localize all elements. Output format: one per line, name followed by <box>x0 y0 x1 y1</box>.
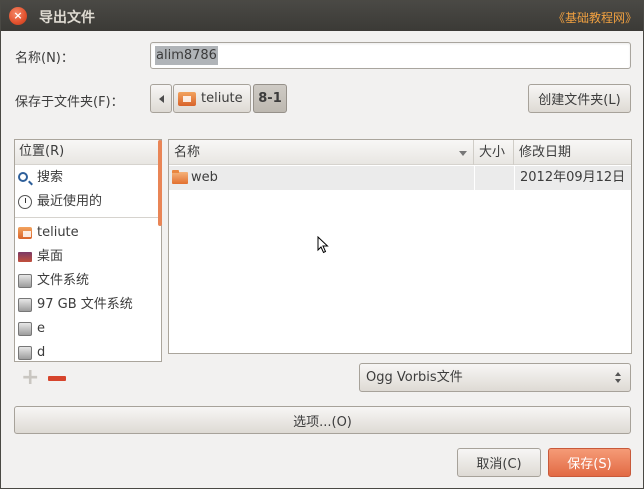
home-folder-icon <box>178 91 196 106</box>
filename-value: alim8786 <box>155 46 218 65</box>
export-file-dialog: × 导出文件 《基础教程网》 名称(N)： alim8786 保存于文件夹(F)… <box>0 0 644 489</box>
home-folder-icon <box>18 227 32 239</box>
folder-icon <box>172 170 188 184</box>
name-label: 名称(N)： <box>15 51 74 66</box>
places-scrollbar[interactable] <box>158 140 162 226</box>
place-item-search[interactable]: 搜索 <box>15 166 161 190</box>
column-header-size[interactable]: 大小 <box>474 140 514 165</box>
recent-icon <box>18 195 32 209</box>
filename-input[interactable]: alim8786 <box>150 42 631 69</box>
create-folder-button[interactable]: 创建文件夹(L) <box>528 84 631 113</box>
search-icon <box>18 172 28 182</box>
column-label: 名称 <box>174 145 201 160</box>
file-type-value: Ogg Vorbis文件 <box>366 370 463 385</box>
chevron-left-icon <box>158 94 164 103</box>
watermark: 《基础教程网》 <box>552 11 637 25</box>
file-name: web <box>191 170 218 185</box>
places-panel: 位置(R) 搜索 最近使用的 teliute 桌面 文件系统 97 GB 文件系… <box>14 139 162 362</box>
drive-icon <box>18 274 32 288</box>
column-label: 大小 <box>479 145 506 160</box>
save-button[interactable]: 保存(S) <box>548 448 631 477</box>
path-button-label: 8-1 <box>258 91 282 106</box>
place-item-d[interactable]: d <box>15 341 161 361</box>
title-bar: × 导出文件 《基础教程网》 <box>1 1 643 31</box>
place-label: 文件系统 <box>37 273 90 288</box>
save-in-label: 保存于文件夹(F)： <box>15 95 124 110</box>
place-item-filesystem[interactable]: 文件系统 <box>15 269 161 293</box>
mouse-cursor-icon <box>317 236 329 254</box>
options-button[interactable]: 选项...(O) <box>14 406 631 434</box>
place-item-e[interactable]: e <box>15 317 161 341</box>
close-icon[interactable]: × <box>9 7 27 25</box>
path-scroll-left-button[interactable] <box>150 84 172 113</box>
place-item-desktop[interactable]: 桌面 <box>15 245 161 269</box>
column-header-name[interactable]: 名称 <box>169 140 474 165</box>
file-modified: 2012年09月12日 <box>514 166 631 190</box>
add-bookmark-button[interactable]: + <box>21 367 39 389</box>
cancel-button[interactable]: 取消(C) <box>457 448 541 477</box>
drive-icon <box>18 346 32 360</box>
column-label: 修改日期 <box>519 145 572 160</box>
remove-bookmark-button[interactable] <box>48 376 66 381</box>
path-button-current[interactable]: 8-1 <box>253 84 287 113</box>
file-size <box>474 166 514 190</box>
path-button-teliute[interactable]: teliute <box>173 84 251 113</box>
place-label: 桌面 <box>37 249 64 264</box>
place-item-teliute[interactable]: teliute <box>15 221 161 245</box>
desktop-icon <box>18 252 32 262</box>
drive-icon <box>18 322 32 336</box>
place-item-97gb-filesystem[interactable]: 97 GB 文件系统 <box>15 293 161 317</box>
divider <box>15 217 161 218</box>
sort-descending-icon <box>459 151 467 156</box>
drive-icon <box>18 298 32 312</box>
file-list-header: 名称 大小 修改日期 <box>169 140 631 165</box>
place-item-recent[interactable]: 最近使用的 <box>15 190 161 214</box>
place-label: e <box>37 321 45 336</box>
places-header[interactable]: 位置(R) <box>15 140 161 165</box>
column-header-modified[interactable]: 修改日期 <box>514 140 631 165</box>
file-list: 名称 大小 修改日期 web 2012年09月12日 <box>168 139 632 354</box>
window-title: 导出文件 <box>39 10 95 26</box>
path-button-label: teliute <box>201 91 243 106</box>
file-type-select[interactable]: Ogg Vorbis文件 <box>359 363 631 392</box>
place-label: 97 GB 文件系统 <box>37 297 133 312</box>
combo-arrows-icon <box>615 372 622 384</box>
place-label: teliute <box>37 225 79 240</box>
place-label: d <box>37 345 46 360</box>
table-row[interactable]: web 2012年09月12日 <box>169 166 631 190</box>
place-label: 搜索 <box>37 170 64 185</box>
place-label: 最近使用的 <box>37 194 103 209</box>
